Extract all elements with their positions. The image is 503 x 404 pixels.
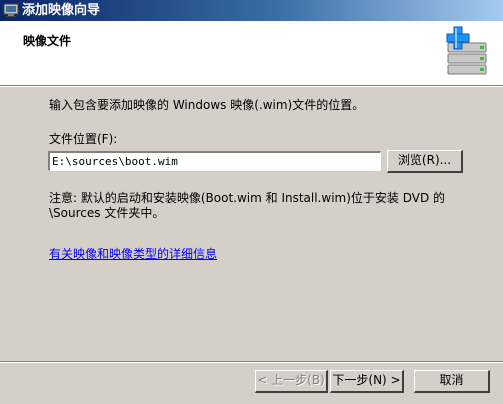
back-button[interactable]: < 上一步(B) xyxy=(255,370,328,393)
add-image-wizard-icon xyxy=(446,26,487,75)
cancel-button[interactable]: 取消 xyxy=(414,370,490,393)
footer-divider xyxy=(0,361,503,363)
add-image-wizard-dialog: 添加映像向导 映像文件 输入包含要添加映像的 Windows 映像(.wim)文… xyxy=(0,0,503,404)
next-button[interactable]: 下一步(N) > xyxy=(330,370,404,393)
note-line-1: 注意: 默认的启动和安装映像(Boot.wim 和 Install.wim)位于… xyxy=(49,191,446,205)
browse-button[interactable]: 浏览(R)... xyxy=(387,150,463,173)
title-bar[interactable]: 添加映像向导 xyxy=(0,0,503,21)
window-title: 添加映像向导 xyxy=(22,3,101,18)
wizard-header: 映像文件 xyxy=(0,21,503,85)
header-divider xyxy=(0,85,503,87)
note-line-2: \Sources 文件夹中。 xyxy=(49,206,165,220)
page-title: 映像文件 xyxy=(23,34,72,48)
note-text: 注意: 默认的启动和安装映像(Boot.wim 和 Install.wim)位于… xyxy=(49,191,479,221)
instruction-text: 输入包含要添加映像的 Windows 映像(.wim)文件的位置。 xyxy=(49,98,365,112)
file-location-label: 文件位置(F): xyxy=(49,132,118,146)
file-path-input[interactable]: E:\sources\boot.wim xyxy=(48,151,381,171)
monitor-icon xyxy=(3,3,19,17)
image-types-help-link[interactable]: 有关映像和映像类型的详细信息 xyxy=(49,245,217,262)
